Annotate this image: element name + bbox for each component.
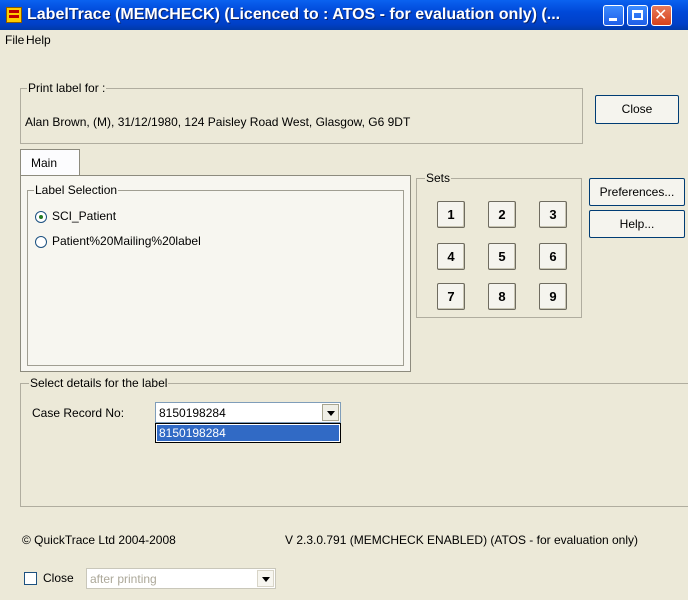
radio-sci-patient-label: SCI_Patient <box>52 209 117 223</box>
print-label-legend: Print label for : <box>27 81 107 95</box>
menu-help[interactable]: Help <box>26 33 51 47</box>
close-window-button[interactable]: ✕ <box>651 5 672 26</box>
case-record-dropdown-list: 8150198284 <box>155 423 341 443</box>
set-button-4[interactable]: 4 <box>437 243 465 270</box>
set-button-7[interactable]: 7 <box>437 283 465 310</box>
tab-main[interactable]: Main <box>20 149 80 176</box>
menu-help-label: Help <box>26 33 51 47</box>
radio-patient-mailing-label: Patient%20Mailing%20label <box>52 234 201 248</box>
close-button[interactable]: Close <box>595 95 679 124</box>
close-icon: ✕ <box>654 5 668 24</box>
select-details-legend: Select details for the label <box>29 376 169 390</box>
maximize-button[interactable] <box>627 5 648 26</box>
menu-bar: File Help <box>0 30 688 50</box>
version-text: V 2.3.0.791 (MEMCHECK ENABLED) (ATOS - f… <box>285 533 639 547</box>
set-button-5[interactable]: 5 <box>488 243 516 270</box>
minimize-button[interactable] <box>603 5 624 26</box>
set-button-1[interactable]: 1 <box>437 201 465 228</box>
copyright-text: © QuickTrace Ltd 2004-2008 <box>22 533 176 547</box>
menu-file-label: File <box>5 33 25 47</box>
case-record-value: 8150198284 <box>159 406 226 420</box>
select-details-group: Select details for the label <box>20 376 688 507</box>
set-button-9[interactable]: 9 <box>539 283 567 310</box>
set-button-2[interactable]: 2 <box>488 201 516 228</box>
close-timing-value: after printing <box>90 572 157 586</box>
set-button-6[interactable]: 6 <box>539 243 567 270</box>
sets-legend: Sets <box>425 171 452 185</box>
help-button[interactable]: Help... <box>589 210 685 238</box>
close-checkbox[interactable] <box>24 572 37 585</box>
chevron-down-icon[interactable] <box>257 570 274 587</box>
label-selection-legend: Label Selection <box>34 183 119 197</box>
patient-details: Alan Brown, (M), 31/12/1980, 124 Paisley… <box>25 115 411 129</box>
title-bar[interactable]: LabelTrace (MEMCHECK) (Licenced to : ATO… <box>0 0 688 30</box>
minimize-icon <box>609 18 617 21</box>
dropdown-option-label: 8150198284 <box>159 426 226 440</box>
print-label-group: Print label for : Alan Brown, (M), 31/12… <box>20 81 583 144</box>
tab-main-label: Main <box>31 156 58 170</box>
case-record-label: Case Record No: <box>32 406 125 420</box>
dropdown-option[interactable]: 8150198284 <box>157 425 339 441</box>
preferences-button[interactable]: Preferences... <box>589 178 685 206</box>
app-label-icon <box>6 7 22 23</box>
case-record-select[interactable]: 8150198284 <box>155 402 341 423</box>
radio-patient-mailing[interactable] <box>35 236 47 248</box>
set-button-3[interactable]: 3 <box>539 201 567 228</box>
set-button-8[interactable]: 8 <box>488 283 516 310</box>
radio-sci-patient[interactable] <box>35 211 47 223</box>
maximize-icon <box>632 10 643 20</box>
menu-file[interactable]: File <box>5 33 24 47</box>
window-title: LabelTrace (MEMCHECK) (Licenced to : ATO… <box>27 6 561 23</box>
chevron-down-icon[interactable] <box>322 404 339 421</box>
close-checkbox-label: Close <box>43 571 74 585</box>
close-timing-select[interactable]: after printing <box>86 568 276 589</box>
